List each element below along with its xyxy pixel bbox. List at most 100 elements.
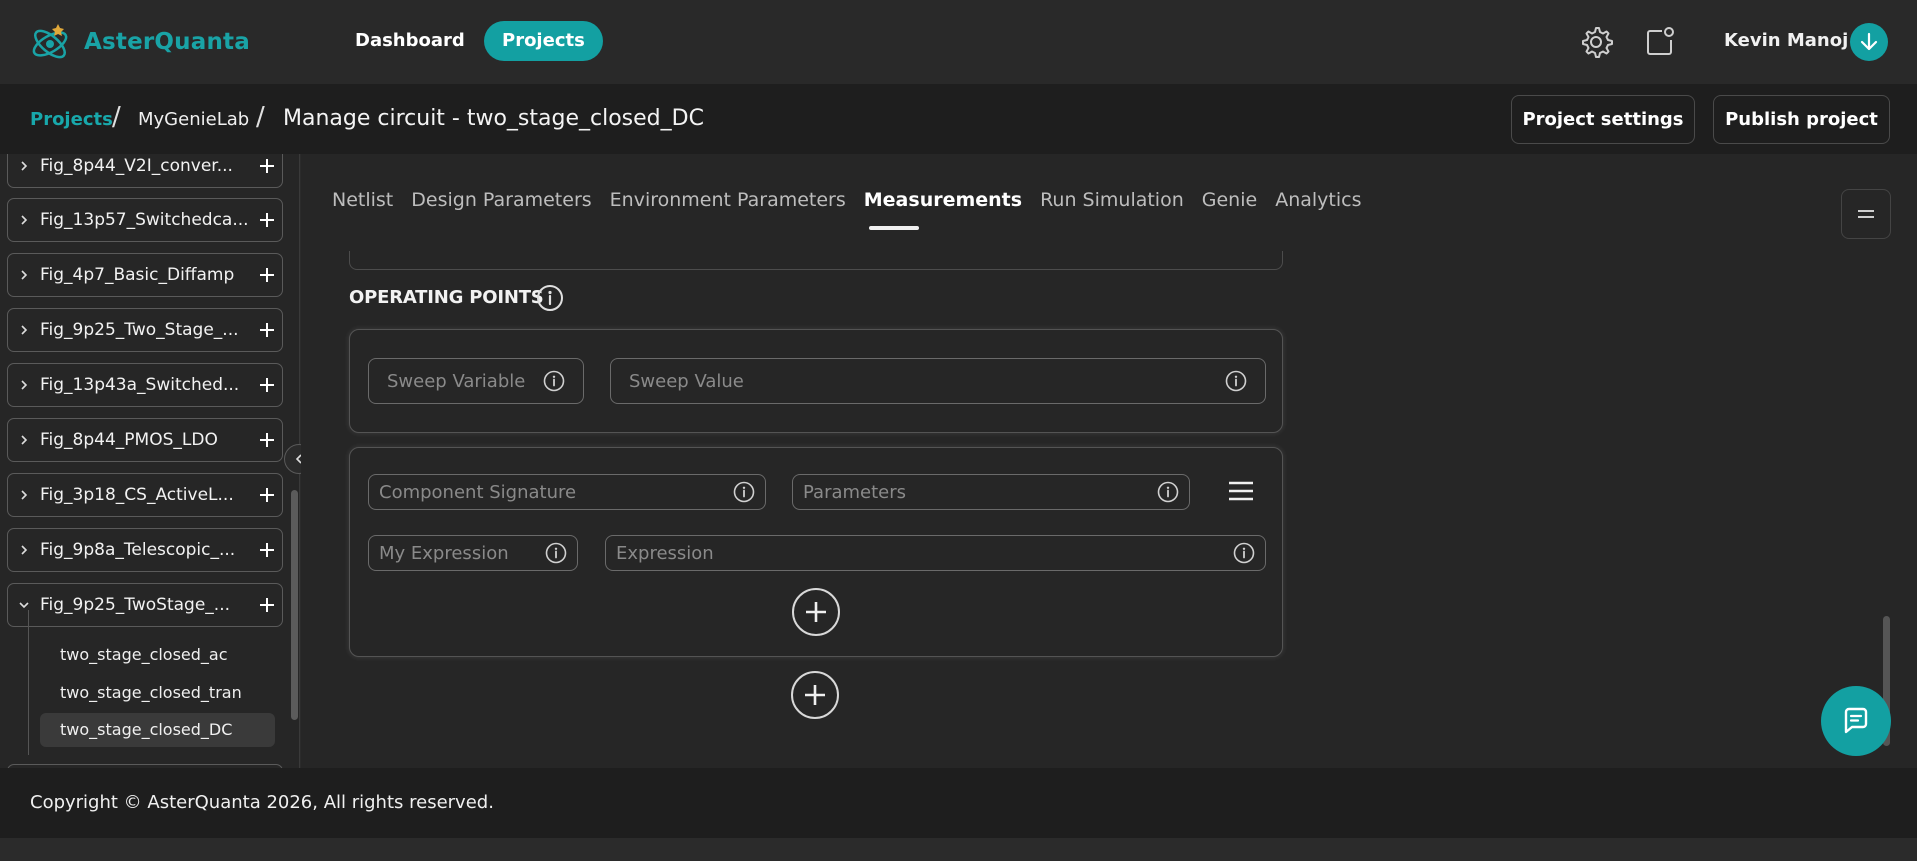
- publish-project-button[interactable]: Publish project: [1713, 95, 1890, 144]
- my-expression-input[interactable]: My Expression: [368, 535, 578, 571]
- sweep-card: Sweep Variable Sweep Value: [349, 329, 1283, 433]
- bottom-strip: [0, 838, 1917, 861]
- info-icon[interactable]: [543, 370, 565, 392]
- sidebar-item[interactable]: Fig_4p7_Basic_Diffamp: [7, 253, 283, 297]
- sidebar-subitem[interactable]: two_stage_closed_ac: [40, 638, 275, 672]
- hamburger-menu-icon[interactable]: [1228, 480, 1254, 502]
- plus-icon: [805, 685, 825, 705]
- sidebar-item-label: Fig_4p7_Basic_Diffamp: [40, 265, 235, 285]
- plus-icon[interactable]: [252, 377, 282, 393]
- chevron-down-icon[interactable]: [8, 599, 40, 611]
- sidebar-item[interactable]: Fig_8p44_PMOS_LDO: [7, 418, 283, 462]
- chevron-right-icon[interactable]: [8, 379, 40, 391]
- brand-logo[interactable]: AsterQuanta: [28, 18, 250, 66]
- breadcrumb-project[interactable]: MyGenieLab: [138, 109, 249, 130]
- sweep-variable-placeholder: Sweep Variable: [387, 370, 526, 392]
- info-icon[interactable]: [1233, 542, 1255, 564]
- sidebar-item[interactable]: Fig_8p44_V2I_conver...: [7, 154, 283, 188]
- user-menu-button[interactable]: [1850, 23, 1888, 61]
- chat-button[interactable]: [1821, 686, 1891, 756]
- chevron-right-icon[interactable]: [8, 434, 40, 446]
- arrow-down-icon: [1860, 32, 1878, 51]
- sidebar-item-label: Fig_9p25_TwoStage_...: [40, 595, 231, 615]
- plus-icon[interactable]: [252, 487, 282, 503]
- sidebar-item-label: Fig_13p57_Switchedca...: [40, 210, 249, 230]
- parameters-placeholder: Parameters: [803, 481, 907, 503]
- atom-logo-icon: [32, 24, 68, 59]
- sidebar-item[interactable]: Fig_9p25_Two_Stage_...: [7, 308, 283, 352]
- sidebar-item-label: Fig_3p18_CS_ActiveL...: [40, 485, 234, 505]
- add-expression-button[interactable]: [792, 588, 840, 636]
- subitem-rail: [28, 610, 29, 755]
- info-icon[interactable]: [733, 481, 755, 503]
- active-tab-indicator: [869, 226, 919, 230]
- brand-name: AsterQuanta: [84, 29, 250, 55]
- main-panel: Netlist Design Parameters Environment Pa…: [301, 154, 1917, 768]
- tab-genie[interactable]: Genie: [1202, 189, 1257, 211]
- info-icon[interactable]: [545, 542, 567, 564]
- measurements-content: OPERATING POINTS Sweep Variable Sweep Va…: [301, 251, 1841, 768]
- sidebar-item-label: Fig_8p44_PMOS_LDO: [40, 430, 218, 450]
- tab-design-parameters[interactable]: Design Parameters: [411, 189, 591, 211]
- expression-input[interactable]: Expression: [605, 535, 1266, 571]
- equals-icon: [1858, 210, 1874, 218]
- sweep-value-input[interactable]: Sweep Value: [610, 358, 1266, 404]
- operating-point-card: Component Signature Parameters My Expres…: [349, 447, 1283, 657]
- top-navbar: AsterQuanta Dashboard Projects Kevin Man…: [0, 0, 1917, 84]
- user-name[interactable]: Kevin Manoj: [1724, 30, 1848, 51]
- tab-netlist[interactable]: Netlist: [332, 189, 393, 211]
- chevron-right-icon[interactable]: [8, 160, 40, 172]
- chevron-right-icon[interactable]: [8, 324, 40, 336]
- tab-run-simulation[interactable]: Run Simulation: [1040, 189, 1184, 211]
- project-settings-button[interactable]: Project settings: [1511, 95, 1695, 144]
- section-title: OPERATING POINTS: [349, 287, 544, 308]
- plus-icon[interactable]: [252, 158, 282, 174]
- breadcrumb-projects[interactable]: Projects: [30, 109, 113, 130]
- copyright-text: Copyright © AsterQuanta 2026, All rights…: [30, 792, 494, 813]
- sidebar-item-label: Fig_13p43a_Switched...: [40, 375, 240, 395]
- previous-card: [349, 251, 1283, 270]
- sidebar-item[interactable]: Fig_13p57_Switchedca...: [7, 198, 283, 242]
- component-signature-placeholder: Component Signature: [379, 481, 577, 503]
- breadcrumb-separator: /: [112, 102, 121, 132]
- info-icon[interactable]: [536, 284, 564, 312]
- sidebar-subitem[interactable]: two_stage_closed_tran: [40, 676, 275, 710]
- tab-environment-parameters[interactable]: Environment Parameters: [610, 189, 846, 211]
- plus-icon[interactable]: [252, 212, 282, 228]
- chevron-right-icon[interactable]: [8, 269, 40, 281]
- plus-icon[interactable]: [252, 542, 282, 558]
- sidebar: Fig_8p44_V2I_conver... Fig_13p57_Switche…: [0, 154, 300, 768]
- gear-icon[interactable]: [1578, 24, 1614, 60]
- tab-bar: Netlist Design Parameters Environment Pa…: [332, 189, 1379, 211]
- sidebar-scrollbar[interactable]: [291, 490, 298, 720]
- chevron-right-icon[interactable]: [8, 544, 40, 556]
- nav-projects[interactable]: Projects: [484, 21, 603, 61]
- sidebar-item[interactable]: Fig_9p8a_Telescopic_...: [7, 528, 283, 572]
- parameters-input[interactable]: Parameters: [792, 474, 1190, 510]
- sweep-variable-input[interactable]: Sweep Variable: [368, 358, 584, 404]
- plus-icon[interactable]: [252, 597, 282, 613]
- sweep-value-placeholder: Sweep Value: [629, 370, 744, 392]
- sidebar-item[interactable]: Fig_13p43a_Switched...: [7, 363, 283, 407]
- sidebar-subitem-active[interactable]: two_stage_closed_DC: [40, 713, 275, 747]
- chevron-right-icon[interactable]: [8, 214, 40, 226]
- add-operating-point-button[interactable]: [791, 671, 839, 719]
- info-icon[interactable]: [1225, 370, 1247, 392]
- panel-menu-button[interactable]: [1841, 189, 1891, 239]
- chevron-right-icon[interactable]: [8, 489, 40, 501]
- nav-dashboard[interactable]: Dashboard: [337, 21, 483, 61]
- expression-placeholder: Expression: [616, 542, 714, 564]
- component-signature-input[interactable]: Component Signature: [368, 474, 766, 510]
- my-expression-placeholder: My Expression: [379, 542, 509, 564]
- plus-icon[interactable]: [252, 267, 282, 283]
- plus-icon[interactable]: [252, 432, 282, 448]
- sidebar-item-expanded[interactable]: Fig_9p25_TwoStage_...: [7, 583, 283, 627]
- breadcrumb-separator: /: [256, 102, 265, 132]
- plus-icon[interactable]: [252, 322, 282, 338]
- sidebar-item-label: Fig_9p8a_Telescopic_...: [40, 540, 236, 560]
- sidebar-item[interactable]: Fig_3p18_CS_ActiveL...: [7, 473, 283, 517]
- notification-icon[interactable]: [1642, 24, 1678, 60]
- tab-measurements[interactable]: Measurements: [864, 189, 1022, 211]
- tab-analytics[interactable]: Analytics: [1275, 189, 1361, 211]
- info-icon[interactable]: [1157, 481, 1179, 503]
